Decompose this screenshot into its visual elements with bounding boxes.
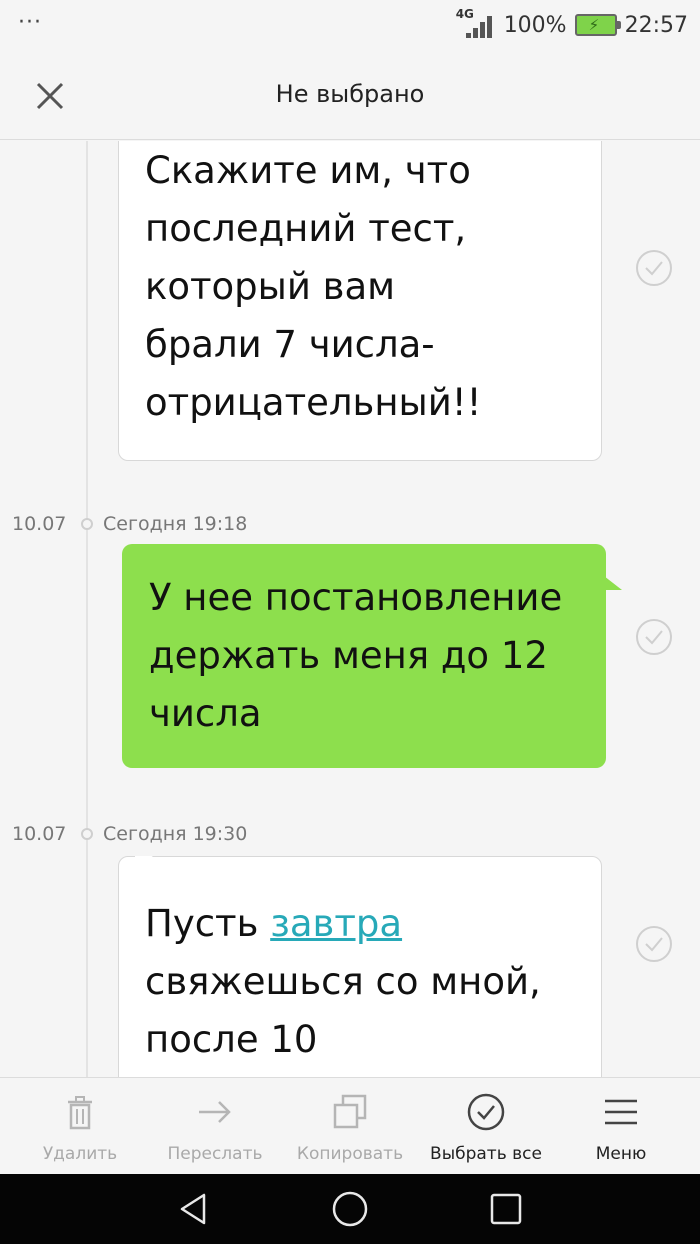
forward-label: Переслать <box>167 1144 263 1164</box>
message-line: последний тест, <box>145 207 467 250</box>
select-check-icon[interactable] <box>635 925 673 963</box>
message-line: который вам <box>145 265 396 308</box>
copy-icon <box>333 1094 367 1129</box>
message-list[interactable]: Скажите им, что последний тест, который … <box>0 141 700 1077</box>
delete-button[interactable]: Удалить <box>10 1078 150 1175</box>
message-text: Пусть <box>145 902 271 945</box>
menu-label: Меню <box>595 1144 647 1164</box>
recent-apps-square-icon[interactable] <box>486 1189 526 1229</box>
message-time: Сегодня 19:18 <box>103 513 248 535</box>
message-time: Сегодня 19:30 <box>103 823 248 845</box>
home-circle-icon[interactable] <box>330 1189 370 1229</box>
message-bubble-incoming[interactable]: Пусть завтра свяжешься со мной, после 10 <box>118 856 602 1077</box>
timeline-line <box>86 141 88 1077</box>
timeline-dot <box>81 828 93 840</box>
forward-button[interactable]: Переслать <box>145 1078 285 1175</box>
message-date: 10.07 <box>12 823 67 845</box>
message-bubble-outgoing[interactable]: У нее постановление держать меня до 12 ч… <box>122 544 622 768</box>
select-all-label: Выбрать все <box>430 1144 542 1164</box>
status-bar: ··· 4G 100% ⚡ 22:57 <box>0 0 700 50</box>
back-triangle-icon[interactable] <box>174 1189 214 1229</box>
delete-label: Удалить <box>42 1144 118 1164</box>
status-time: 22:57 <box>624 12 688 38</box>
select-check-icon[interactable] <box>635 249 673 287</box>
message-bubble-incoming[interactable]: Скажите им, что последний тест, который … <box>118 141 602 461</box>
message-line: Пусть завтра <box>145 895 577 953</box>
hamburger-menu-icon <box>605 1099 637 1125</box>
battery-percent: 100% <box>503 12 567 38</box>
message-line: У нее постановление <box>149 576 563 619</box>
page-title: Не выбрано <box>275 80 425 108</box>
message-line: держать меня до 12 <box>149 634 548 677</box>
signal-icon: 4G <box>456 7 496 40</box>
copy-label: Копировать <box>296 1144 404 1164</box>
bubble-tail <box>135 856 153 870</box>
date-link[interactable]: завтра <box>270 902 402 945</box>
arrow-right-icon <box>199 1101 231 1123</box>
copy-button[interactable]: Копировать <box>280 1078 420 1175</box>
message-line: после 10 <box>145 1018 318 1061</box>
system-nav-bar <box>0 1174 700 1244</box>
message-line: отрицательный!! <box>145 381 482 424</box>
select-check-icon[interactable] <box>635 618 673 656</box>
message-line: свяжешься со мной, <box>145 960 541 1003</box>
bubble-tail <box>604 576 622 590</box>
status-menu-dots: ··· <box>18 10 42 35</box>
status-icons: 4G 100% ⚡ 22:57 <box>456 7 688 41</box>
selection-header: Не выбрано <box>0 50 700 140</box>
trash-icon <box>68 1096 92 1130</box>
menu-button[interactable]: Меню <box>551 1078 691 1175</box>
timeline-dot <box>81 518 93 530</box>
check-circle-icon <box>467 1093 505 1131</box>
select-all-button[interactable]: Выбрать все <box>416 1078 556 1175</box>
message-line: брали 7 числа- <box>145 323 435 366</box>
battery-icon: ⚡ <box>574 14 621 36</box>
message-line: Скажите им, что <box>145 149 471 192</box>
message-line: числа <box>149 692 262 735</box>
message-date: 10.07 <box>12 513 67 535</box>
action-toolbar: Удалить Переслать Копировать Выбрать все… <box>0 1077 700 1174</box>
